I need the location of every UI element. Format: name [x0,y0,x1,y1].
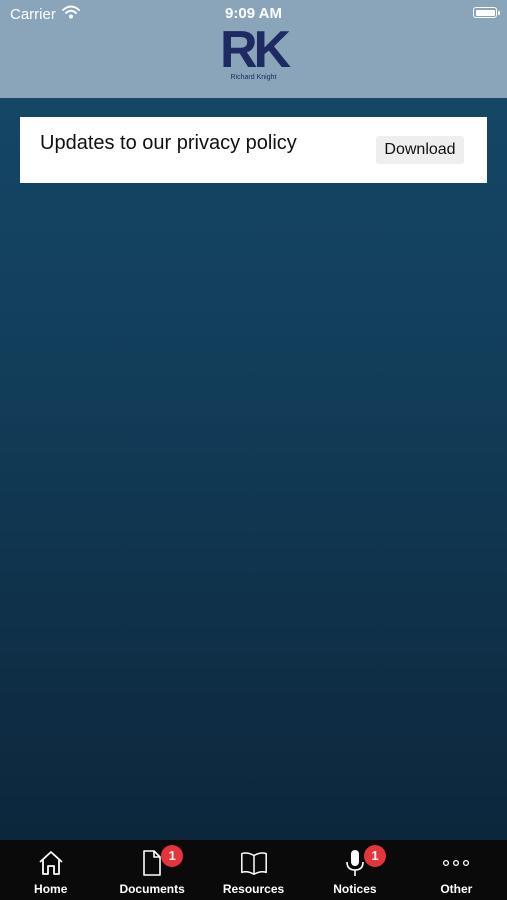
brand-logo: RK Richard Knight [0,24,507,81]
notice-title: Updates to our privacy policy [40,132,297,154]
tab-home[interactable]: Home [0,840,101,900]
app-header: Carrier 9:09 AM RK Richard Knight [0,0,507,98]
download-button[interactable]: Download [376,136,464,164]
battery-icon [473,7,500,18]
tab-resources-label: Resources [222,882,285,896]
logo-text: Richard Knight [230,74,277,81]
notices-badge: 1 [364,845,387,867]
tab-notices[interactable]: 1 Notices [304,840,405,900]
tab-resources[interactable]: Resources [203,840,304,900]
home-icon [36,848,66,878]
logo-mark: RK [219,21,291,79]
clock: 9:09 AM [225,5,282,22]
tab-documents-label: Documents [119,882,185,896]
more-icon [441,848,471,878]
tab-home-label: Home [34,882,68,896]
notice-card: Updates to our privacy policy Download [20,117,487,183]
documents-badge: 1 [161,845,184,867]
tab-other[interactable]: Other [406,840,507,900]
tab-documents[interactable]: 1 Documents [101,840,202,900]
tab-bar: Home 1 Documents Resources 1 Notices Oth… [0,840,507,900]
tab-notices-label: Notices [333,882,377,896]
book-icon [239,848,269,878]
tab-other-label: Other [440,882,473,896]
